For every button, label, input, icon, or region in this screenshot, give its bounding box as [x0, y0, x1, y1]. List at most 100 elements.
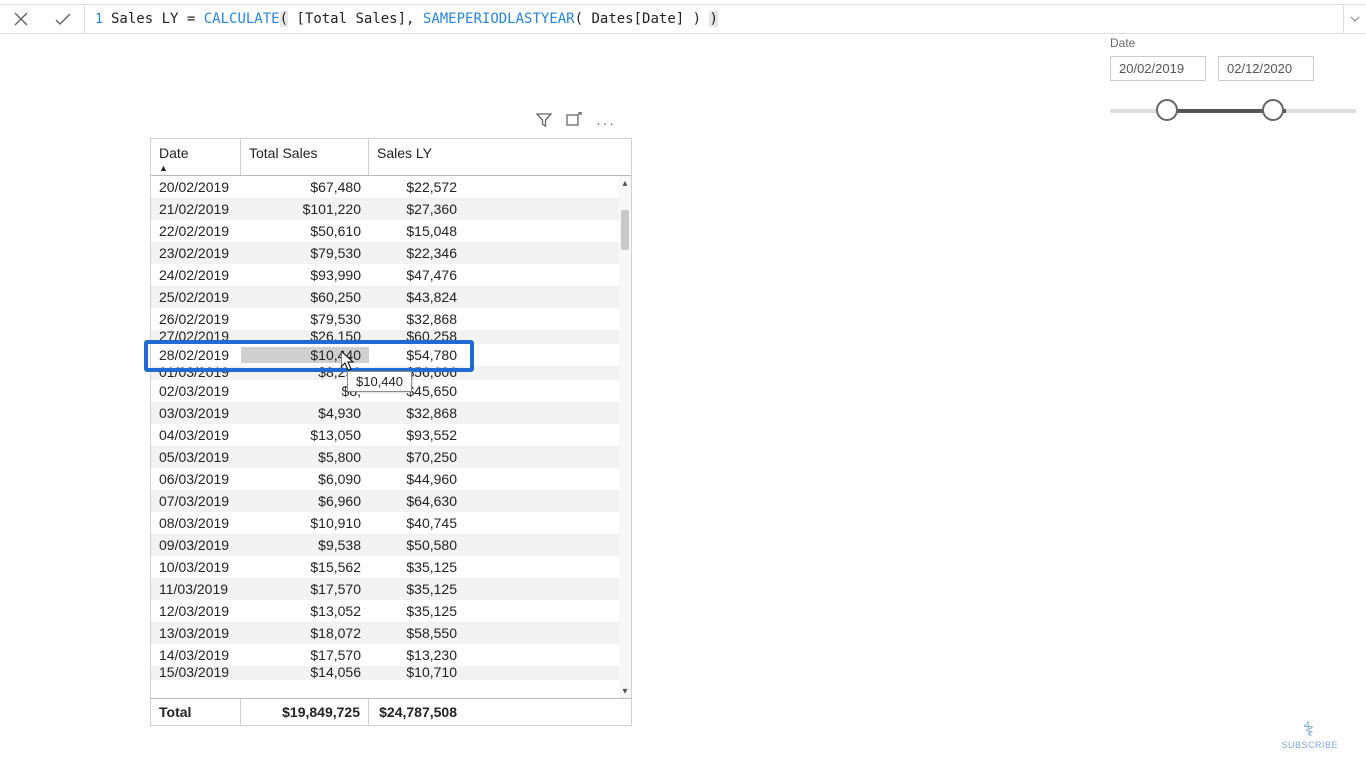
scroll-down-icon[interactable]: ▾	[619, 684, 631, 698]
focus-mode-icon[interactable]	[566, 112, 582, 133]
cell-date[interactable]: 04/03/2019	[151, 427, 241, 443]
cell-total-sales[interactable]: $5,800	[241, 449, 369, 465]
cell-sales-ly[interactable]: $58,550	[369, 625, 465, 641]
cancel-formula-button[interactable]	[0, 5, 42, 33]
cell-date[interactable]: 21/02/2019	[151, 201, 241, 217]
table-row[interactable]: 03/03/2019$4,930$32,868	[151, 402, 631, 424]
cell-total-sales[interactable]: $101,220	[241, 201, 369, 217]
table-row[interactable]: 05/03/2019$5,800$70,250	[151, 446, 631, 468]
cell-sales-ly[interactable]: $10,710	[369, 666, 465, 680]
commit-formula-button[interactable]	[42, 5, 84, 33]
cell-total-sales[interactable]: $93,990	[241, 267, 369, 283]
cell-date[interactable]: 23/02/2019	[151, 245, 241, 261]
cell-sales-ly[interactable]: $93,552	[369, 427, 465, 443]
cell-sales-ly[interactable]: $35,125	[369, 581, 465, 597]
slider-handle-to[interactable]	[1262, 99, 1284, 121]
table-row[interactable]: 08/03/2019$10,910$40,745	[151, 512, 631, 534]
slicer-from-input[interactable]: 20/02/2019	[1110, 56, 1206, 81]
col-header-sales-ly[interactable]: Sales LY	[369, 139, 465, 175]
table-row[interactable]: 07/03/2019$6,960$64,630	[151, 490, 631, 512]
cell-total-sales[interactable]: $60,250	[241, 289, 369, 305]
cell-sales-ly[interactable]: $27,360	[369, 201, 465, 217]
cell-date[interactable]: 27/02/2019	[151, 330, 241, 344]
table-row[interactable]: 22/02/2019$50,610$15,048	[151, 220, 631, 242]
col-header-total-sales[interactable]: Total Sales	[241, 139, 369, 175]
cell-date[interactable]: 06/03/2019	[151, 471, 241, 487]
slider-handle-from[interactable]	[1156, 99, 1178, 121]
table-scrollbar[interactable]: ▴ ▾	[619, 176, 631, 698]
cell-date[interactable]: 08/03/2019	[151, 515, 241, 531]
cell-date[interactable]: 20/02/2019	[151, 179, 241, 195]
cell-sales-ly[interactable]: $22,346	[369, 245, 465, 261]
scroll-thumb[interactable]	[621, 210, 629, 250]
cell-date[interactable]: 11/03/2019	[151, 581, 241, 597]
cell-total-sales[interactable]: $13,050	[241, 427, 369, 443]
cell-sales-ly[interactable]: $43,824	[369, 289, 465, 305]
table-row[interactable]: 12/03/2019$13,052$35,125	[151, 600, 631, 622]
cell-sales-ly[interactable]: $54,780	[369, 347, 465, 363]
cell-total-sales[interactable]: $15,562	[241, 559, 369, 575]
cell-total-sales[interactable]: $17,570	[241, 647, 369, 663]
table-row[interactable]: 11/03/2019$17,570$35,125	[151, 578, 631, 600]
scroll-up-icon[interactable]: ▴	[619, 176, 631, 190]
cell-sales-ly[interactable]: $35,125	[369, 603, 465, 619]
table-row[interactable]: 10/03/2019$15,562$35,125	[151, 556, 631, 578]
table-row[interactable]: 09/03/2019$9,538$50,580	[151, 534, 631, 556]
cell-total-sales[interactable]: $9,538	[241, 537, 369, 553]
cell-date[interactable]: 01/03/2019	[151, 366, 241, 380]
cell-total-sales[interactable]: $6,960	[241, 493, 369, 509]
cell-date[interactable]: 12/03/2019	[151, 603, 241, 619]
cell-sales-ly[interactable]: $35,125	[369, 559, 465, 575]
col-header-date[interactable]: Date ▲	[151, 139, 241, 175]
table-row[interactable]: 04/03/2019$13,050$93,552	[151, 424, 631, 446]
cell-total-sales[interactable]: $50,610	[241, 223, 369, 239]
cell-total-sales[interactable]: $26,150	[241, 330, 369, 344]
cell-sales-ly[interactable]: $64,630	[369, 493, 465, 509]
cell-total-sales[interactable]: $6,090	[241, 471, 369, 487]
table-row[interactable]: 14/03/2019$17,570$13,230	[151, 644, 631, 666]
cell-total-sales[interactable]: $10,910	[241, 515, 369, 531]
cell-sales-ly[interactable]: $32,868	[369, 405, 465, 421]
cell-sales-ly[interactable]: $70,250	[369, 449, 465, 465]
cell-sales-ly[interactable]: $40,745	[369, 515, 465, 531]
cell-total-sales[interactable]: $79,530	[241, 311, 369, 327]
cell-date[interactable]: 10/03/2019	[151, 559, 241, 575]
expand-formula-button[interactable]	[1343, 5, 1366, 33]
table-row[interactable]: 28/02/2019$10,440$54,780	[151, 344, 631, 366]
cell-total-sales[interactable]: $18,072	[241, 625, 369, 641]
cell-date[interactable]: 14/03/2019	[151, 647, 241, 663]
cell-total-sales[interactable]: $10,440	[241, 347, 369, 363]
cell-date[interactable]: 15/03/2019	[151, 666, 241, 680]
cell-date[interactable]: 28/02/2019	[151, 347, 241, 363]
cell-sales-ly[interactable]: $15,048	[369, 223, 465, 239]
cell-total-sales[interactable]: $67,480	[241, 179, 369, 195]
table-row[interactable]: 25/02/2019$60,250$43,824	[151, 286, 631, 308]
cell-date[interactable]: 24/02/2019	[151, 267, 241, 283]
cell-sales-ly[interactable]: $22,572	[369, 179, 465, 195]
table-row[interactable]: 27/02/2019$26,150$60,258	[151, 330, 631, 344]
cell-date[interactable]: 07/03/2019	[151, 493, 241, 509]
cell-date[interactable]: 03/03/2019	[151, 405, 241, 421]
cell-total-sales[interactable]: $13,052	[241, 603, 369, 619]
table-row[interactable]: 13/03/2019$18,072$58,550	[151, 622, 631, 644]
cell-date[interactable]: 02/03/2019	[151, 383, 241, 399]
cell-date[interactable]: 26/02/2019	[151, 311, 241, 327]
cell-date[interactable]: 05/03/2019	[151, 449, 241, 465]
cell-sales-ly[interactable]: $44,960	[369, 471, 465, 487]
table-row[interactable]: 24/02/2019$93,990$47,476	[151, 264, 631, 286]
cell-total-sales[interactable]: $17,570	[241, 581, 369, 597]
formula-input[interactable]: Sales LY = CALCULATE( [Total Sales], SAM…	[109, 11, 1343, 27]
table-row[interactable]: 15/03/2019$14,056$10,710	[151, 666, 631, 680]
cell-sales-ly[interactable]: $47,476	[369, 267, 465, 283]
cell-sales-ly[interactable]: $60,258	[369, 330, 465, 344]
table-row[interactable]: 06/03/2019$6,090$44,960	[151, 468, 631, 490]
cell-total-sales[interactable]: $79,530	[241, 245, 369, 261]
table-row[interactable]: 26/02/2019$79,530$32,868	[151, 308, 631, 330]
cell-date[interactable]: 22/02/2019	[151, 223, 241, 239]
cell-sales-ly[interactable]: $32,868	[369, 311, 465, 327]
cell-date[interactable]: 13/03/2019	[151, 625, 241, 641]
table-row[interactable]: 21/02/2019$101,220$27,360	[151, 198, 631, 220]
table-row[interactable]: 20/02/2019$67,480$22,572	[151, 176, 631, 198]
cell-total-sales[interactable]: $4,930	[241, 405, 369, 421]
cell-date[interactable]: 25/02/2019	[151, 289, 241, 305]
